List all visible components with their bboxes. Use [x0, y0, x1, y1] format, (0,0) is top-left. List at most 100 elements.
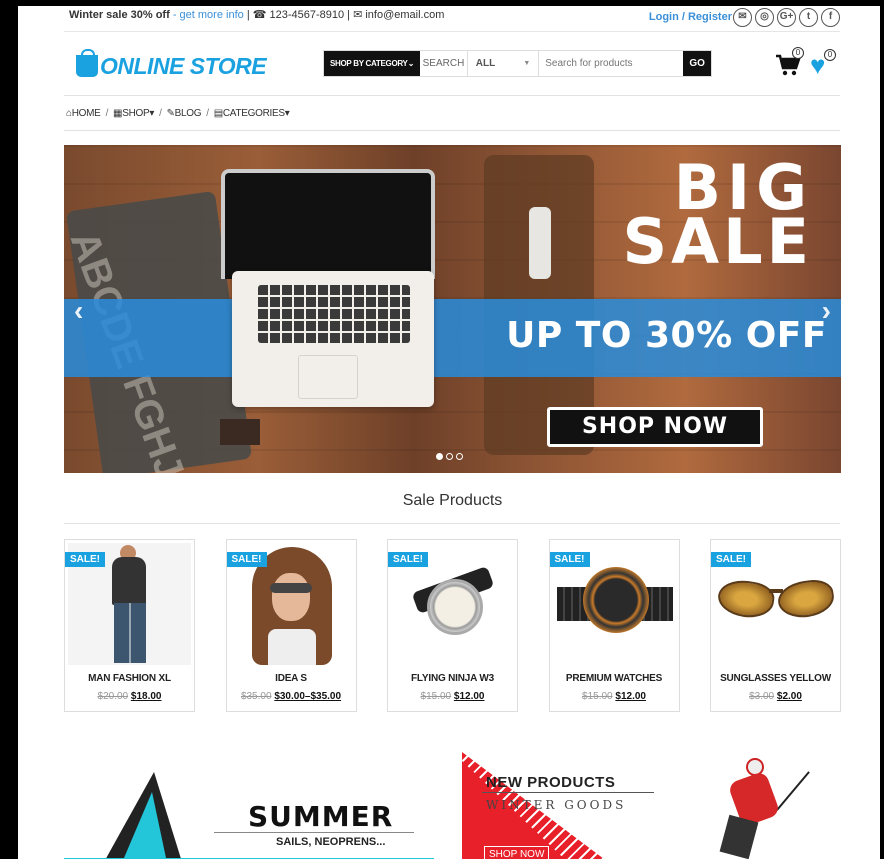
- email-icon[interactable]: ✉: [733, 8, 752, 27]
- laptop-keyboard-image: [232, 271, 434, 407]
- ski-pole-image: [776, 771, 810, 811]
- instagram-icon[interactable]: ◎: [755, 8, 774, 27]
- nav-categories[interactable]: ▤CATEGORIES▾: [214, 108, 290, 119]
- cart-button[interactable]: 0: [775, 47, 804, 77]
- category-select[interactable]: ALL ▼: [468, 51, 540, 76]
- girl-sunglasses: [269, 583, 312, 593]
- offer-text: UP TO 30% OFF: [506, 315, 827, 356]
- breadcrumb-nav: ⌂HOME / ▦SHOP▾ / ✎BLOG / ▤CATEGORIES▾: [66, 108, 290, 119]
- watch-dial: [582, 567, 649, 633]
- product-price: $35.00 $30.00–$35.00: [227, 691, 356, 702]
- decor-block: [220, 419, 260, 445]
- divider: [64, 95, 840, 96]
- sale-badge: SALE!: [226, 552, 267, 567]
- chevron-down-icon: ⌄: [407, 59, 415, 68]
- girl-face: [271, 573, 310, 621]
- nav-blog-label: BLOG: [174, 108, 202, 119]
- shop-bag-icon: ▦: [113, 108, 123, 119]
- girl-top: [267, 629, 316, 665]
- sale-price: $2.00: [776, 691, 802, 702]
- nav-separator: /: [159, 108, 162, 119]
- product-name[interactable]: PREMIUM WATCHES: [550, 673, 679, 684]
- nav-categories-label: CATEGORIES: [222, 108, 285, 119]
- wishlist-count-badge: 0: [824, 49, 836, 61]
- shop-by-category-button[interactable]: SHOP BY CATEGORY ⌄: [324, 51, 421, 76]
- product-card[interactable]: SALE! IDEA S $35.00 $30.00–$35.00: [225, 539, 357, 712]
- product-card[interactable]: SALE! SUNGLASSES YELLOW $3.00 $2.00: [710, 539, 841, 712]
- twitter-icon[interactable]: t: [799, 8, 818, 27]
- caret-icon: ▾: [149, 108, 155, 119]
- divider: [214, 832, 414, 833]
- product-price: $15.00 $12.00: [388, 691, 517, 702]
- social-icons: ✉ ◎ G+ t f: [733, 8, 840, 27]
- hero-slider[interactable]: ABCDE FGHJK BIG SALE UP TO 30% OFF SHOP …: [64, 145, 841, 473]
- category-select-value: ALL: [475, 58, 496, 69]
- old-price: $20.00: [97, 691, 129, 702]
- big-sale-heading: BIG SALE: [622, 157, 814, 278]
- divider: [64, 523, 840, 524]
- sale-badge: SALE!: [65, 552, 105, 567]
- sale-badge: SALE!: [388, 552, 428, 567]
- kitesurf-sail-accent: [124, 792, 166, 858]
- lens-left: [715, 577, 777, 621]
- skier-legs-image: [719, 814, 759, 859]
- product-name[interactable]: SUNGLASSES YELLOW: [711, 673, 840, 684]
- product-price: $20.00 $18.00: [65, 691, 194, 702]
- search-go-button[interactable]: GO: [683, 51, 711, 76]
- laptop-screen-image: [221, 169, 435, 279]
- sale-price: $30.00–$35.00: [274, 691, 342, 702]
- summer-promo-banner[interactable]: SUMMER SAILS, NEOPRENS...: [64, 752, 434, 859]
- promo-text: Winter sale 30% off - get more info | ☎ …: [69, 8, 444, 21]
- chevron-right-icon[interactable]: ›: [822, 295, 831, 327]
- sale-price: $18.00: [130, 691, 162, 702]
- product-name[interactable]: FLYING NINJA W3: [388, 673, 517, 684]
- product-name[interactable]: MAN FASHION XL: [65, 673, 194, 684]
- facebook-icon[interactable]: f: [821, 8, 840, 27]
- sale-price: $12.00: [615, 691, 646, 702]
- product-card[interactable]: SALE! FLYING NINJA W3 $15.00 $12.00: [387, 539, 518, 712]
- sale-badge: SALE!: [711, 552, 751, 567]
- nav-shop[interactable]: ▦SHOP▾: [113, 108, 154, 119]
- slider-dot-active[interactable]: [436, 453, 443, 460]
- nav-home[interactable]: ⌂HOME: [66, 108, 101, 119]
- old-price: $3.00: [749, 691, 775, 702]
- logo-word-2: STORE: [189, 52, 267, 79]
- login-register-link[interactable]: Login / Register: [649, 11, 732, 23]
- slider-dot[interactable]: [456, 453, 463, 460]
- nav-separator: /: [105, 108, 109, 119]
- shop-by-category-label: SHOP BY CATEGORY: [330, 59, 408, 68]
- nav-separator: /: [206, 108, 209, 119]
- promo-link[interactable]: - get more info: [173, 9, 244, 21]
- remote-image: [529, 207, 551, 279]
- wishlist-button[interactable]: ♥ 0: [810, 49, 836, 78]
- nav-blog[interactable]: ✎BLOG: [167, 108, 202, 119]
- store-logo[interactable]: ONLINE STORE: [76, 49, 267, 79]
- product-card[interactable]: SALE! PREMIUM WATCHES $15.00 $12.00: [548, 539, 680, 712]
- slider-dot[interactable]: [446, 453, 453, 460]
- nav-home-label: HOME: [71, 108, 101, 119]
- summer-subtitle: SAILS, NEOPRENS...: [276, 836, 386, 848]
- contact-info: | ☎ 123-4567-8910 | ✉ info@email.com: [246, 9, 445, 21]
- new-products-promo-banner[interactable]: NEW PRODUCTS WINTER GOODS SHOP NOW: [462, 752, 841, 859]
- chevron-left-icon[interactable]: ‹: [74, 295, 83, 327]
- sale-products-grid: SALE! MAN FASHION XL $20.00 $18.00 SALE!…: [64, 539, 841, 712]
- lens-right: [775, 577, 837, 621]
- search-input[interactable]: [539, 51, 684, 76]
- page: Winter sale 30% off - get more info | ☎ …: [18, 6, 880, 859]
- man-jeans: [114, 603, 146, 663]
- search-label: SEARCH: [420, 51, 468, 76]
- shop-now-button[interactable]: SHOP NOW: [547, 407, 763, 447]
- new-products-title: NEW PRODUCTS: [486, 774, 616, 791]
- slider-dots: [436, 453, 463, 460]
- winter-goods-subtitle: WINTER GOODS: [486, 798, 627, 812]
- sale-badge: SALE!: [549, 552, 590, 567]
- product-card[interactable]: SALE! MAN FASHION XL $20.00 $18.00: [64, 539, 195, 712]
- product-price: $15.00 $12.00: [550, 691, 679, 702]
- divider: [64, 130, 840, 131]
- product-name[interactable]: IDEA S: [227, 673, 356, 684]
- google-plus-icon[interactable]: G+: [777, 8, 796, 27]
- trackpad-image: [298, 355, 358, 399]
- promo-shop-now-button[interactable]: SHOP NOW: [484, 846, 550, 859]
- product-price: $3.00 $2.00: [711, 691, 840, 702]
- sale-line: SALE: [622, 205, 813, 278]
